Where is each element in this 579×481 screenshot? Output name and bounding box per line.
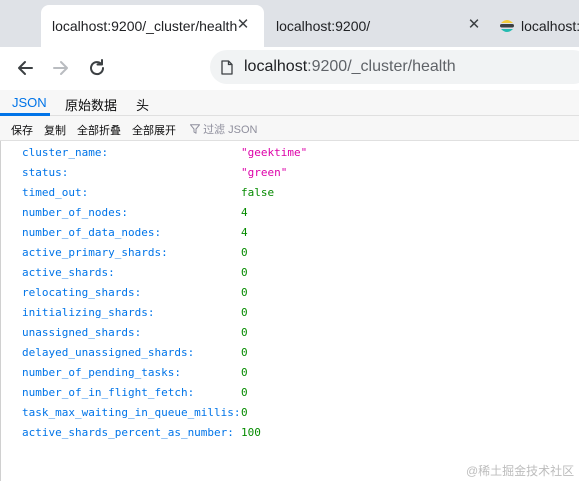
json-key: active_primary_shards: (22, 246, 168, 259)
viewer-action-bar: 保存 复制 全部折叠 全部展开 过滤 JSON (0, 116, 579, 141)
json-row[interactable]: active_shards: 0 (22, 266, 248, 286)
json-row[interactable]: active_shards_percent_as_number: 100 (22, 426, 261, 446)
json-value: 4 (241, 206, 248, 219)
browser-tab[interactable]: localhost:9200/ ✕ (264, 5, 491, 47)
json-value: 0 (241, 266, 248, 279)
json-row[interactable]: unassigned_shards: 0 (22, 326, 248, 346)
url-path: :9200/_cluster/health (307, 58, 456, 75)
json-value: 0 (241, 306, 248, 319)
filter-icon (190, 124, 200, 134)
json-value: 100 (241, 426, 261, 439)
json-key: active_shards: (22, 266, 115, 279)
json-row[interactable]: cluster_name: "geektime" (22, 146, 307, 166)
back-arrow-icon[interactable] (14, 57, 36, 79)
filter-placeholder: 过滤 JSON (203, 124, 258, 136)
elastic-icon (500, 20, 514, 32)
json-key: number_of_data_nodes: (22, 226, 162, 239)
url-text[interactable]: localhost:9200/_cluster/health (244, 58, 456, 76)
json-key: number_of_nodes: (22, 206, 128, 219)
json-row[interactable]: initializing_shards: 0 (22, 306, 248, 326)
reload-icon[interactable] (86, 57, 108, 79)
watermark: @稀土掘金技术社区 (466, 464, 575, 478)
page-info-icon[interactable] (221, 60, 233, 75)
json-value: "geektime" (241, 146, 308, 159)
tab-strip: localhost:9200/_cluster/health ✕ localho… (0, 0, 579, 47)
json-key: active_shards_percent_as_number: (22, 426, 234, 439)
collapse-all-button[interactable]: 全部折叠 (77, 122, 121, 138)
json-key: timed_out: (22, 186, 89, 199)
viewer-tab-bar: JSON 原始数据 头 (0, 90, 579, 116)
tab-title: localhost:9200/_cluster/health (52, 18, 238, 34)
url-host: localhost (244, 58, 308, 75)
json-key: unassigned_shards: (22, 326, 142, 339)
json-key: initializing_shards: (22, 306, 155, 319)
forward-arrow-icon[interactable] (50, 57, 72, 79)
json-row[interactable]: delayed_unassigned_shards: 0 (22, 346, 248, 366)
json-row[interactable]: active_primary_shards: 0 (22, 246, 248, 266)
json-value: false (241, 186, 275, 199)
json-value: 4 (241, 226, 248, 239)
tab-headers[interactable]: 头 (136, 95, 149, 114)
json-value: 0 (241, 326, 248, 339)
close-icon[interactable]: ✕ (236, 17, 250, 32)
close-icon[interactable]: ✕ (467, 17, 481, 32)
json-tree: cluster_name: "geektime" status: "green" t… (0, 141, 579, 481)
json-key: number_of_pending_tasks: (22, 366, 181, 379)
json-row[interactable]: relocating_shards: 0 (22, 286, 248, 306)
json-value: "green" (241, 166, 288, 179)
json-row[interactable]: status: "green" (22, 166, 287, 186)
json-row[interactable]: task_max_waiting_in_queue_millis: 0 (22, 406, 248, 426)
tab-title: localhost:9200/ (276, 18, 371, 34)
json-value: 0 (241, 366, 248, 379)
expand-all-button[interactable]: 全部展开 (132, 122, 176, 138)
json-row[interactable]: number_of_in_flight_fetch: 0 (22, 386, 248, 406)
filter-input[interactable]: 过滤 JSON (190, 121, 257, 137)
json-key: task_max_waiting_in_queue_millis: (22, 406, 241, 419)
tab-raw-data[interactable]: 原始数据 (65, 95, 117, 114)
json-key: number_of_in_flight_fetch: (22, 386, 195, 399)
json-key: relocating_shards: (22, 286, 142, 299)
json-key: delayed_unassigned_shards: (22, 346, 195, 359)
copy-button[interactable]: 复制 (44, 122, 66, 138)
json-value: 0 (241, 386, 248, 399)
json-value: 0 (241, 246, 248, 259)
browser-tab[interactable]: localhost: (491, 5, 579, 47)
json-row[interactable]: number_of_pending_tasks: 0 (22, 366, 248, 386)
json-key: status: (22, 166, 69, 179)
json-value: 0 (241, 406, 248, 419)
save-button[interactable]: 保存 (11, 122, 33, 138)
tab-title: localhost: (521, 18, 579, 34)
json-value: 0 (241, 286, 248, 299)
json-key: cluster_name: (22, 146, 109, 159)
json-row[interactable]: number_of_data_nodes: 4 (22, 226, 248, 246)
browser-tab-active[interactable]: localhost:9200/_cluster/health ✕ (41, 5, 264, 47)
tab-json[interactable]: JSON (12, 95, 47, 110)
json-row[interactable]: timed_out: false (22, 186, 274, 206)
json-row[interactable]: number_of_nodes: 4 (22, 206, 248, 226)
json-value: 0 (241, 346, 248, 359)
